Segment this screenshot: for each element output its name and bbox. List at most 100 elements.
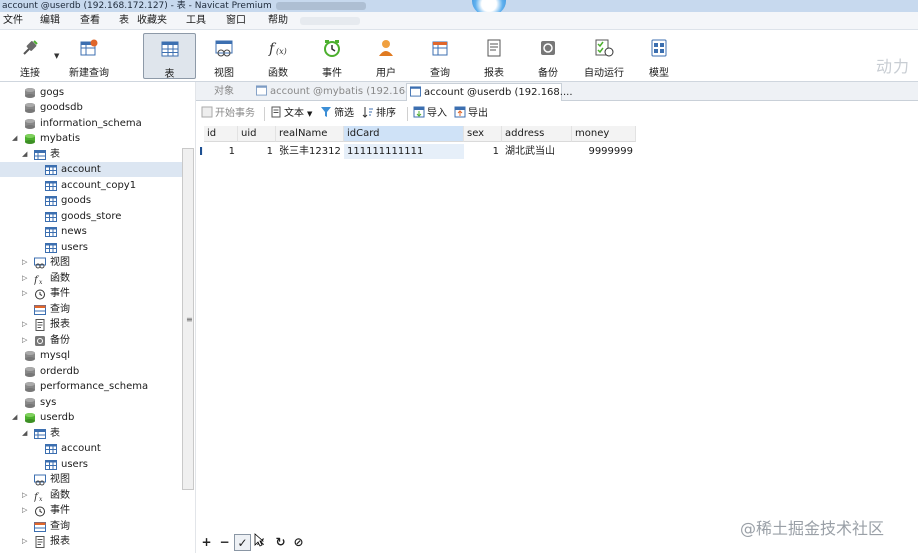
- add-record-icon[interactable]: +: [198, 534, 215, 551]
- cell-sex[interactable]: 1: [464, 144, 502, 159]
- menu-tools[interactable]: 工具: [186, 12, 206, 30]
- expand-arrow-icon[interactable]: ▷: [22, 534, 30, 549]
- new-query-button[interactable]: 新建查询: [64, 33, 114, 79]
- tree-item-report[interactable]: ▷ 报表: [0, 317, 182, 332]
- cell-money[interactable]: 9999999: [572, 144, 636, 159]
- tree-item-sys[interactable]: sys: [0, 395, 182, 410]
- tab-account-mybatis[interactable]: account @mybatis (192.168....: [253, 83, 424, 101]
- expand-arrow-icon[interactable]: ▷: [22, 488, 30, 503]
- model-button[interactable]: 模型: [640, 33, 678, 79]
- user-button[interactable]: 用户: [366, 33, 406, 79]
- stop-icon[interactable]: ⊘: [290, 534, 307, 551]
- column-header-uid[interactable]: uid: [238, 126, 276, 142]
- view-button[interactable]: 视图: [204, 33, 244, 79]
- database-icon: [24, 381, 36, 393]
- column-header-money[interactable]: money: [572, 126, 636, 142]
- database-icon: [24, 102, 36, 114]
- tree-item-query[interactable]: 查询: [0, 302, 182, 317]
- sort-button[interactable]: 排序: [362, 106, 396, 122]
- tree-item-query[interactable]: 查询: [0, 519, 182, 534]
- cell-uid[interactable]: 1: [238, 144, 276, 159]
- tree-item-userdb[interactable]: ◢ userdb: [0, 410, 182, 425]
- import-button[interactable]: 导入: [413, 106, 447, 122]
- tree-item-mysql[interactable]: mysql: [0, 348, 182, 363]
- tree-item-information-schema[interactable]: information_schema: [0, 116, 182, 131]
- tree-item-goods-store[interactable]: goods_store: [0, 209, 182, 224]
- auto-run-button[interactable]: 自动运行: [582, 33, 626, 79]
- collapse-arrow-icon[interactable]: ◢: [22, 426, 30, 441]
- tree-item-account[interactable]: account: [0, 162, 182, 177]
- column-header-idcard[interactable]: idCard: [344, 126, 464, 142]
- collapse-arrow-icon[interactable]: ◢: [12, 131, 20, 146]
- tree-item-goods[interactable]: goods: [0, 193, 182, 208]
- menu-view[interactable]: 查看: [80, 12, 100, 30]
- column-header-sex[interactable]: sex: [464, 126, 502, 142]
- apply-changes-icon[interactable]: ✓: [234, 534, 251, 551]
- connection-dropdown-arrow-icon[interactable]: ▼: [54, 52, 59, 60]
- tree-item-view[interactable]: ▷ 视图: [0, 255, 182, 270]
- cell-id[interactable]: 1: [204, 144, 238, 159]
- backup-button[interactable]: 备份: [528, 33, 568, 79]
- tree-item-label: 事件: [50, 288, 70, 299]
- delete-record-icon[interactable]: −: [216, 534, 233, 551]
- begin-transaction-button[interactable]: 开始事务: [201, 106, 255, 122]
- tree-item-orderdb[interactable]: orderdb: [0, 364, 182, 379]
- table-button[interactable]: 表: [143, 33, 196, 80]
- tree-item-function[interactable]: ▷ f x 函数: [0, 271, 182, 286]
- tab-objects[interactable]: 对象: [196, 83, 252, 101]
- expand-arrow-icon[interactable]: ▷: [22, 333, 30, 348]
- tab-account-userdb-label: account @userdb (192.168....: [424, 87, 573, 98]
- table-icon: [45, 226, 57, 238]
- export-button[interactable]: 导出: [454, 106, 488, 122]
- filter-button[interactable]: 筛选: [320, 106, 354, 122]
- text-button[interactable]: 文本 ▼: [270, 106, 312, 122]
- query-button[interactable]: 查询: [420, 33, 460, 79]
- expand-arrow-icon[interactable]: ▷: [22, 271, 30, 286]
- menu-window[interactable]: 窗口: [226, 12, 246, 30]
- tree-item-news[interactable]: news: [0, 224, 182, 239]
- menu-favorites[interactable]: 收藏夹: [137, 12, 167, 30]
- tree-item-users[interactable]: users: [0, 240, 182, 255]
- tree-item-account[interactable]: account: [0, 441, 182, 456]
- model-icon: [651, 39, 667, 57]
- cell-realname[interactable]: 张三丰12312: [276, 144, 344, 159]
- tree-item-function[interactable]: ▷ f x 函数: [0, 488, 182, 503]
- tree-item-label: gogs: [40, 87, 65, 98]
- collapse-arrow-icon[interactable]: ◢: [22, 147, 30, 162]
- tree-item-users[interactable]: users: [0, 457, 182, 472]
- tree-item-gogs[interactable]: gogs: [0, 85, 182, 100]
- column-header-realname[interactable]: realName: [276, 126, 344, 142]
- menu-help[interactable]: 帮助: [268, 12, 288, 30]
- report-button[interactable]: 报表: [474, 33, 514, 79]
- connection-button[interactable]: 连接: [8, 33, 52, 79]
- tree-item-report[interactable]: ▷ 报表: [0, 534, 182, 549]
- column-header-id[interactable]: id: [204, 126, 238, 142]
- expand-arrow-icon[interactable]: ▷: [22, 286, 30, 301]
- expand-arrow-icon[interactable]: ▷: [22, 317, 30, 332]
- tree-item-event-clock[interactable]: ▷ 事件: [0, 503, 182, 518]
- collapse-arrow-icon[interactable]: ◢: [12, 410, 20, 425]
- tree-item-account-copy1[interactable]: account_copy1: [0, 178, 182, 193]
- tree-item-label: sys: [40, 397, 57, 408]
- column-header-address[interactable]: address: [502, 126, 572, 142]
- function-button[interactable]: f (x) 函数: [258, 33, 298, 79]
- event-button[interactable]: 事件: [312, 33, 352, 79]
- tree-item-tables-folder[interactable]: ◢ 表: [0, 147, 182, 162]
- expand-arrow-icon[interactable]: ▷: [22, 255, 30, 270]
- tab-account-userdb[interactable]: account @userdb (192.168....: [406, 83, 573, 101]
- cell-idcard[interactable]: 111111111111: [344, 144, 464, 159]
- menu-table[interactable]: 表: [119, 12, 129, 30]
- tree-item-goodsdb[interactable]: goodsdb: [0, 100, 182, 115]
- tree-item-event-clock[interactable]: ▷ 事件: [0, 286, 182, 301]
- tree-item-mybatis[interactable]: ◢ mybatis: [0, 131, 182, 146]
- cell-address[interactable]: 湖北武当山: [502, 144, 572, 159]
- tree-item-backup[interactable]: ▷ 备份: [0, 333, 182, 348]
- tree-item-tables-folder[interactable]: ◢ 表: [0, 426, 182, 441]
- sidebar-scrollbar[interactable]: ≡: [182, 148, 194, 490]
- menu-file[interactable]: 文件: [3, 12, 23, 30]
- tree-item-performance-schema[interactable]: performance_schema: [0, 379, 182, 394]
- refresh-icon[interactable]: ↻: [272, 534, 289, 551]
- expand-arrow-icon[interactable]: ▷: [22, 503, 30, 518]
- tree-item-view[interactable]: 视图: [0, 472, 182, 487]
- menu-edit[interactable]: 编辑: [40, 12, 60, 30]
